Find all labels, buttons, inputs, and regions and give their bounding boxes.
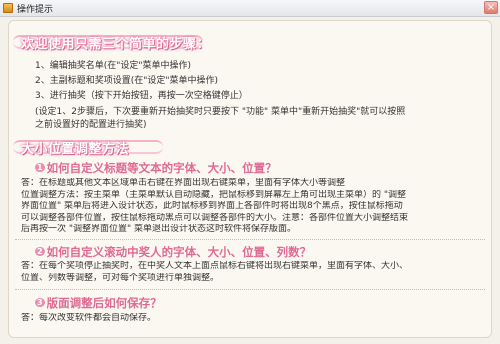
question-number: 3 (35, 298, 45, 307)
app-icon (3, 3, 13, 13)
answer-line: 答：每次改变软件都会自动保存。 (21, 313, 157, 323)
answer-line: 位置调整方法：按主菜单（主菜单默认自动隐藏，把鼠标移到屏幕左上角可出现主菜单）的… (21, 189, 407, 200)
answer-3: 答：每次改变软件都会自动保存。 (21, 313, 479, 325)
answer-line: 后再按一次 "调整界面位置" 菜单退出设计状态这时软件将保存版面。 (21, 224, 297, 234)
step-1: 1、编辑抽奖名单(在"设定"菜单中操作) (35, 61, 192, 71)
intro-heading: 欢迎使用只需三个简单的步骤： (21, 37, 211, 52)
question-3: 3 版面调整后如何保存？ (35, 295, 162, 311)
question-text: 版面调整后如何保存？ (46, 296, 162, 310)
window-title: 操作提示 (17, 5, 54, 15)
step-3: 3、进行抽奖（按下开始按钮，再按一次空格键停止） (35, 91, 248, 101)
answer-line: 可以调整各部件位置，按住鼠标拖动黑点可以调整各部件的大小。注意：各部件位置大小调… (21, 212, 409, 223)
question-2: 2 如何自定义滚动中奖人的字体、大小、位置、列数？ (35, 244, 311, 260)
question-number: 1 (35, 163, 45, 172)
note-line-2: 之前设置好的配置进行抽奖) (35, 120, 147, 130)
answer-line: 界面位置" 菜单后将进入设计状态，此时鼠标移到界面上各部件时将出现8个黑点，按住… (21, 201, 403, 211)
answer-line: 答：在每个奖项停止抽奖时，在中奖人文本上面点鼠标右键将出现右键菜单，里面有字体、… (21, 261, 409, 271)
step-2: 2、主副标题和奖项设置(在"设定"菜单中操作) (35, 76, 219, 86)
divider (15, 239, 485, 240)
answer-2: 答：在每个奖项停止抽奖时，在中奖人文本上面点鼠标右键将出现右键菜单，里面有字体、… (21, 261, 479, 284)
answer-line: 位置、列数等调整，可对每个奖项进行单独调整。 (21, 272, 220, 283)
note-line-1: (设定1、2步骤后，下次要重新开始抽奖时只要按下 "功能" 菜单中"重新开始抽奖… (35, 107, 406, 117)
title-bar: 操作提示 × (0, 0, 500, 17)
question-1: 1 如何自定义标题等文本的字体、大小、位置？ (35, 160, 277, 176)
close-button[interactable]: × (484, 1, 498, 14)
divider (15, 289, 485, 290)
question-number: 2 (35, 247, 45, 256)
answer-line: 答：在标题或其他文本区域单击右键在界面出现右键菜单，里面有字体大小等调整 (21, 178, 346, 188)
question-text: 如何自定义标题等文本的字体、大小、位置？ (46, 161, 277, 175)
question-text: 如何自定义滚动中奖人的字体、大小、位置、列数？ (46, 245, 312, 259)
answer-1: 答：在标题或其他文本区域单击右键在界面出现右键菜单，里面有字体大小等调整 位置调… (21, 178, 479, 236)
help-panel: 欢迎使用只需三个简单的步骤： 1、编辑抽奖名单(在"设定"菜单中操作) 2、主副… (8, 20, 492, 338)
section-heading: 大小位置调整方法 (21, 142, 130, 157)
